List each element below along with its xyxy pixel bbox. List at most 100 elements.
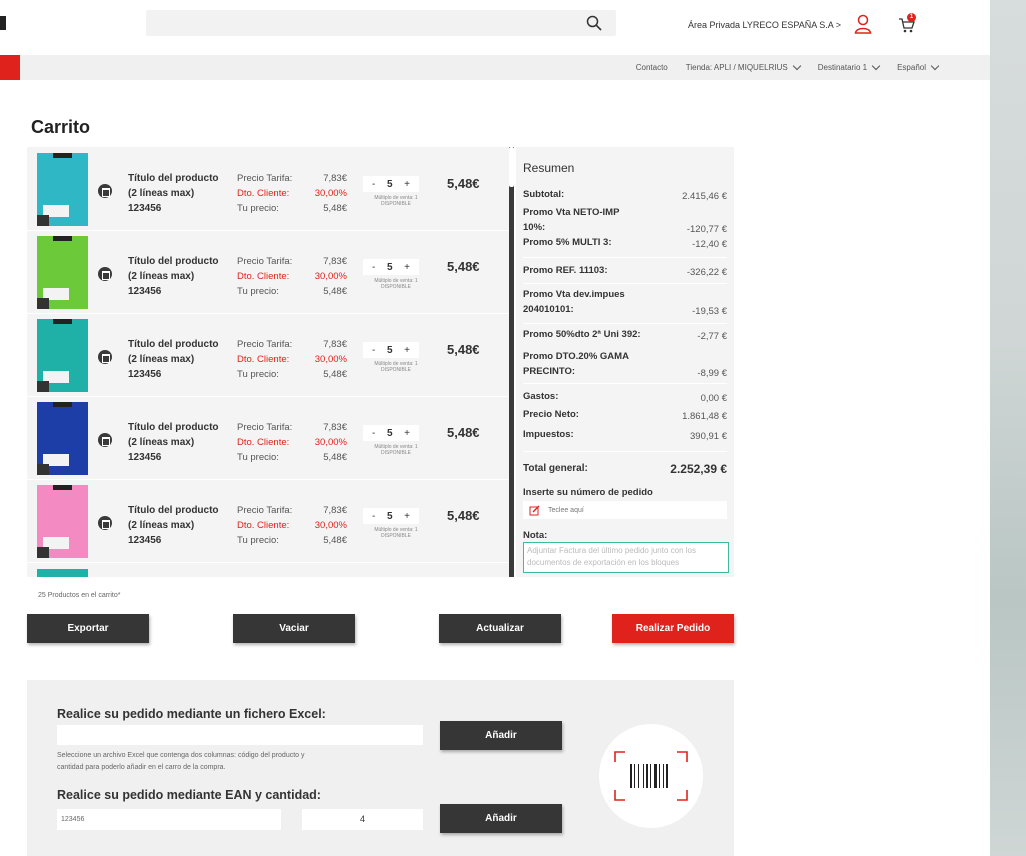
discount-label: Dto. Cliente: (237, 271, 290, 282)
discount-value: 30,00% (314, 520, 347, 531)
recipient-dropdown[interactable]: Destinatario 1 (817, 61, 881, 72)
delete-item-icon[interactable] (98, 433, 112, 447)
cart-item-list: Título del producto (2 líneas max) 12345… (27, 147, 511, 577)
product-thumbnail[interactable] (37, 236, 88, 309)
your-price-label: Tu precio: (237, 369, 279, 380)
quantity-value[interactable]: 5 (387, 428, 393, 439)
delete-item-icon[interactable] (98, 516, 112, 530)
user-icon[interactable] (854, 14, 872, 34)
delete-item-icon[interactable] (98, 350, 112, 364)
summary-row-label: Promo DTO.20% GAMA (523, 351, 629, 362)
decrease-button[interactable]: - (372, 262, 375, 273)
product-code: 123456 (128, 535, 162, 546)
product-title[interactable]: Título del producto (2 líneas max) 12345… (128, 337, 219, 382)
increase-button[interactable]: + (404, 262, 410, 273)
chevron-down-icon (871, 61, 881, 71)
quantity-stepper: - 5 + (363, 425, 419, 441)
availability-text: DISPONIBLE (380, 367, 411, 373)
product-title[interactable]: Título del producto (2 líneas max) 12345… (128, 254, 219, 299)
decrease-button[interactable]: - (372, 428, 375, 439)
ean-heading: Realice su pedido mediante EAN y cantida… (57, 788, 321, 802)
summary-row-value: -326,22 € (686, 267, 727, 278)
language-dropdown[interactable]: Español (897, 61, 940, 72)
availability-text: DISPONIBLE (380, 450, 411, 456)
scroll-thumb[interactable] (509, 147, 514, 187)
cart-list-scrollbar[interactable] (509, 147, 514, 577)
product-thumbnail[interactable] (37, 485, 88, 558)
barcode-bar (643, 764, 644, 788)
your-price-value: 5,48€ (323, 535, 347, 546)
cart-item: Título del producto (2 líneas max) 12345… (27, 398, 511, 480)
search-input[interactable] (146, 10, 616, 36)
export-button[interactable]: Exportar (27, 614, 149, 643)
product-title[interactable]: Título del producto (2 líneas max) 12345… (128, 420, 219, 465)
summary-row: Promo REF. 11103: -326,22 € (523, 263, 727, 278)
place-order-button[interactable]: Realizar Pedido (612, 614, 734, 643)
discount-label: Dto. Cliente: (237, 520, 290, 531)
quantity-note: Múltiplo de venta: 1 DISPONIBLE (363, 278, 429, 290)
empty-cart-button[interactable]: Vaciar (233, 614, 355, 643)
barcode-bar (654, 764, 657, 788)
quantity-stepper: - 5 + (363, 259, 419, 275)
increase-button[interactable]: + (404, 179, 410, 190)
summary-row: Gastos: 0,00 € (523, 389, 727, 404)
summary-row-value: -8,99 € (697, 368, 727, 379)
delete-item-icon[interactable] (98, 267, 112, 281)
decrease-button[interactable]: - (372, 179, 375, 190)
discount-value: 30,00% (314, 437, 347, 448)
decrease-button[interactable]: - (372, 345, 375, 356)
barcode-bar (634, 764, 635, 788)
summary-row-value: -19,53 € (692, 306, 727, 317)
your-price-label: Tu precio: (237, 286, 279, 297)
order-number-placeholder: Teclee aquí (548, 506, 584, 514)
summary-divider (523, 323, 727, 324)
excel-help-line: Seleccione un archivo Excel que contenga… (57, 752, 305, 759)
recipient-dropdown-label: Destinatario 1 (817, 63, 868, 72)
quantity-value[interactable]: 5 (387, 179, 393, 190)
excel-add-button[interactable]: Añadir (440, 721, 562, 750)
ean-quantity-input[interactable]: 4 (302, 809, 423, 830)
quantity-value[interactable]: 5 (387, 511, 393, 522)
tariff-value: 7,83€ (323, 256, 347, 267)
product-thumbnail[interactable] (37, 153, 88, 226)
search-icon[interactable] (586, 15, 602, 31)
barcode-scanner-button[interactable] (599, 724, 703, 828)
update-button[interactable]: Actualizar (439, 614, 561, 643)
quantity-value[interactable]: 5 (387, 262, 393, 273)
logo[interactable] (0, 16, 6, 30)
page-title: Carrito (31, 117, 91, 137)
excel-file-input[interactable] (57, 725, 423, 745)
tariff-label: Precio Tarifa: (237, 339, 293, 350)
cart-badge: 1 (907, 13, 916, 22)
discount-label: Dto. Cliente: (237, 437, 290, 448)
product-thumbnail[interactable] (37, 402, 88, 475)
ean-add-button[interactable]: Añadir (440, 804, 562, 833)
quantity-note: Múltiplo de venta: 1 DISPONIBLE (363, 527, 429, 539)
product-thumbnail[interactable] (37, 319, 88, 392)
quantity-stepper: - 5 + (363, 342, 419, 358)
language-dropdown-label: Español (897, 63, 926, 72)
total-value: 2.252,39 € (670, 462, 727, 476)
store-dropdown[interactable]: Tienda: APLI / MIQUELRIUS (686, 61, 801, 72)
decrease-button[interactable]: - (372, 511, 375, 522)
delete-item-icon[interactable] (98, 184, 112, 198)
summary-row-value: -120,77 € (686, 224, 727, 235)
product-title[interactable]: Título del producto (2 líneas max) 12345… (128, 503, 219, 548)
summary-row: Precio Neto: 1.861,48 € (523, 407, 727, 422)
private-area-link[interactable]: Área Privada LYRECO ESPAÑA S.A > (688, 20, 841, 30)
increase-button[interactable]: + (404, 428, 410, 439)
order-number-input[interactable]: Teclee aquí (523, 501, 727, 519)
product-title[interactable]: Título del producto (2 líneas max) 12345… (128, 171, 219, 216)
note-textarea[interactable]: Adjuntar Factura del último pedido junto… (523, 542, 729, 573)
barcode-icon (614, 751, 688, 801)
product-title-line: Título del producto (128, 256, 219, 267)
quantity-value[interactable]: 5 (387, 345, 393, 356)
product-title-line: (2 líneas max) (128, 271, 195, 282)
increase-button[interactable]: + (404, 345, 410, 356)
ean-input[interactable]: 123456 (57, 809, 281, 830)
discount-value: 30,00% (314, 354, 347, 365)
summary-row: Promo Vta dev.impues 204010101: -19,53 € (523, 287, 727, 317)
increase-button[interactable]: + (404, 511, 410, 522)
contact-link[interactable]: Contacto (636, 63, 668, 72)
summary-row-label: Gastos: (523, 391, 559, 402)
